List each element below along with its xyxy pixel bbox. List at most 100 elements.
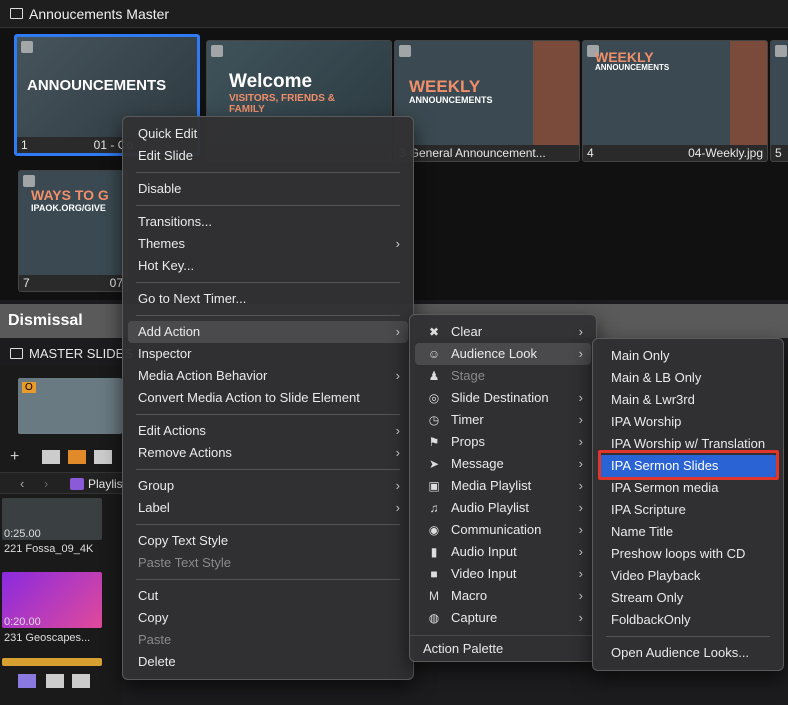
master-slides-label: MASTER SLIDES bbox=[29, 345, 134, 361]
forward-icon[interactable]: › bbox=[44, 476, 48, 491]
menu-item-delete[interactable]: Delete bbox=[128, 651, 408, 673]
media-name: 221 Fossa_09_4K bbox=[4, 543, 94, 555]
menu-item-group[interactable]: Group › bbox=[128, 475, 408, 497]
chevron-right-icon: › bbox=[578, 478, 583, 493]
slide-subtitle: IPAOK.ORG/GIVE bbox=[31, 203, 106, 213]
menu-separator bbox=[136, 524, 400, 525]
menu-item-go-to-next-timer[interactable]: Go to Next Timer... bbox=[128, 288, 408, 310]
menu-item-label: Communication bbox=[451, 522, 542, 537]
slide-checkbox[interactable] bbox=[211, 45, 223, 57]
menu-item-label: Add Action bbox=[138, 324, 201, 339]
menu-item-label: Main & Lwr3rd bbox=[611, 392, 695, 407]
menu-item-inspector[interactable]: Inspector bbox=[128, 343, 408, 365]
slide-thumbnail[interactable]: WEEKLY ANNOUNCEMENTS 3-General Announcem… bbox=[394, 40, 580, 162]
grid-view-icon[interactable] bbox=[42, 450, 60, 464]
slide-checkbox[interactable] bbox=[399, 45, 411, 57]
highlight-box bbox=[598, 450, 779, 480]
macro-icon: M bbox=[429, 589, 439, 603]
menu-item-slide-destination[interactable]: ◎ Slide Destination › bbox=[415, 387, 591, 409]
slide-thumbnail[interactable]: WAYS TO G IPAOK.ORG/GIVE 7 07 bbox=[18, 170, 128, 292]
left-lower-panel: O + ‹ › Playlis 0:25.00 221 Fossa_09_4K … bbox=[0, 366, 123, 705]
add-icon[interactable]: + bbox=[10, 448, 19, 466]
menu-item-remove-actions[interactable]: Remove Actions › bbox=[128, 442, 408, 464]
menu-item-audience-look[interactable]: ☺ Audience Look › bbox=[415, 343, 591, 365]
menu-separator bbox=[136, 282, 400, 283]
menu-item-label: Message bbox=[451, 456, 504, 471]
audience-look-submenu: Main Only Main & LB Only Main & Lwr3rd IPA … bbox=[592, 338, 784, 671]
transition-icon[interactable] bbox=[72, 674, 90, 688]
checker-view-icon[interactable] bbox=[46, 674, 64, 688]
menu-item-main-lwr3rd[interactable]: Main & Lwr3rd bbox=[598, 389, 778, 411]
menu-item-edit-slide[interactable]: Edit Slide bbox=[128, 145, 408, 167]
menu-item-video-input[interactable]: ■ Video Input › bbox=[415, 563, 591, 585]
slide-checkbox[interactable] bbox=[775, 45, 787, 57]
menu-item-label: Name Title bbox=[611, 524, 674, 539]
menu-item-communication[interactable]: ◉ Communication › bbox=[415, 519, 591, 541]
menu-item-disable[interactable]: Disable bbox=[128, 178, 408, 200]
menu-item-hot-key[interactable]: Hot Key... bbox=[128, 255, 408, 277]
menu-item-themes[interactable]: Themes › bbox=[128, 233, 408, 255]
menu-item-label: Go to Next Timer... bbox=[138, 291, 247, 306]
slide-checkbox[interactable] bbox=[23, 175, 35, 187]
menu-item-label: Paste bbox=[138, 632, 172, 647]
menu-item-video-playback[interactable]: Video Playback bbox=[598, 565, 778, 587]
menu-item-convert-media-action-to-slide-element[interactable]: Convert Media Action to Slide Element bbox=[128, 387, 408, 409]
menu-separator bbox=[136, 172, 400, 173]
message-icon: ➤ bbox=[428, 457, 440, 471]
media-thumb bbox=[2, 658, 102, 666]
menu-item-label: Paste Text Style bbox=[138, 555, 231, 570]
menu-item-name-title[interactable]: Name Title bbox=[598, 521, 778, 543]
menu-item-macro[interactable]: M Macro › bbox=[415, 585, 591, 607]
menu-item-audio-playlist[interactable]: ♫ Audio Playlist › bbox=[415, 497, 591, 519]
menu-item-preshow-loops-with-cd[interactable]: Preshow loops with CD bbox=[598, 543, 778, 565]
menu-item-clear[interactable]: ✖ Clear › bbox=[415, 321, 591, 343]
menu-item-message[interactable]: ➤ Message › bbox=[415, 453, 591, 475]
checker-view-icon[interactable] bbox=[68, 450, 86, 464]
menu-item-label[interactable]: Label › bbox=[128, 497, 408, 519]
chevron-right-icon: › bbox=[395, 368, 400, 383]
slide-thumbnail[interactable]: WEEKLY ANNOUNCEMENTS 4 04-Weekly.jpg bbox=[582, 40, 768, 162]
menu-item-ipa-scripture[interactable]: IPA Scripture bbox=[598, 499, 778, 521]
slide-name: 04-Weekly.jpg bbox=[688, 146, 763, 160]
menu-item-edit-actions[interactable]: Edit Actions › bbox=[128, 420, 408, 442]
menu-item-copy-text-style[interactable]: Copy Text Style bbox=[128, 530, 408, 552]
chevron-right-icon: › bbox=[395, 423, 400, 438]
menu-item-main-lb-only[interactable]: Main & LB Only bbox=[598, 367, 778, 389]
slide-subtitle: ANNOUNCEMENTS bbox=[409, 95, 493, 105]
menu-item-foldbackonly[interactable]: FoldbackOnly bbox=[598, 609, 778, 631]
chevron-right-icon: › bbox=[578, 522, 583, 537]
action-palette-button[interactable]: Action Palette bbox=[410, 635, 596, 661]
grid-view-icon[interactable] bbox=[18, 674, 36, 688]
menu-item-label: Edit Slide bbox=[138, 148, 193, 163]
menu-item-label: Cut bbox=[138, 588, 159, 603]
menu-item-main-only[interactable]: Main Only bbox=[598, 345, 778, 367]
menu-item-add-action[interactable]: Add Action › bbox=[128, 321, 408, 343]
playlist-label[interactable]: Playlis bbox=[88, 477, 123, 491]
master-slide-thumb[interactable]: O bbox=[18, 378, 122, 434]
media-name: 231 Geoscapes... bbox=[4, 632, 91, 644]
menu-item-cut[interactable]: Cut bbox=[128, 585, 408, 607]
menu-item-stream-only[interactable]: Stream Only bbox=[598, 587, 778, 609]
menu-item-quick-edit[interactable]: Quick Edit bbox=[128, 123, 408, 145]
menu-item-ipa-worship[interactable]: IPA Worship bbox=[598, 411, 778, 433]
menu-item-audio-input[interactable]: ▮ Audio Input › bbox=[415, 541, 591, 563]
menu-separator bbox=[606, 636, 770, 637]
back-icon[interactable]: ‹ bbox=[20, 476, 24, 491]
menu-item-props[interactable]: ⚑ Props › bbox=[415, 431, 591, 453]
slide-checkbox[interactable] bbox=[21, 41, 33, 53]
transition-icon[interactable] bbox=[94, 450, 112, 464]
menu-separator bbox=[136, 579, 400, 580]
menu-item-media-action-behavior[interactable]: Media Action Behavior › bbox=[128, 365, 408, 387]
slide-headline: WAYS TO G bbox=[31, 187, 109, 203]
menu-item-timer[interactable]: ◷ Timer › bbox=[415, 409, 591, 431]
master-slides-header[interactable]: MASTER SLIDES bbox=[0, 340, 140, 366]
menu-item-capture[interactable]: ◍ Capture › bbox=[415, 607, 591, 629]
menu-item-copy[interactable]: Copy bbox=[128, 607, 408, 629]
menu-item-media-playlist[interactable]: ▣ Media Playlist › bbox=[415, 475, 591, 497]
menu-item-open-audience-looks[interactable]: Open Audience Looks... bbox=[598, 642, 778, 664]
menu-item-label: Stream Only bbox=[611, 590, 684, 605]
slide-thumbnail[interactable]: 5 bbox=[770, 40, 788, 162]
media-duration: 0:20.00 bbox=[4, 616, 41, 628]
menu-item-transitions[interactable]: Transitions... bbox=[128, 211, 408, 233]
menu-item-ipa-sermon-media[interactable]: IPA Sermon media bbox=[598, 477, 778, 499]
